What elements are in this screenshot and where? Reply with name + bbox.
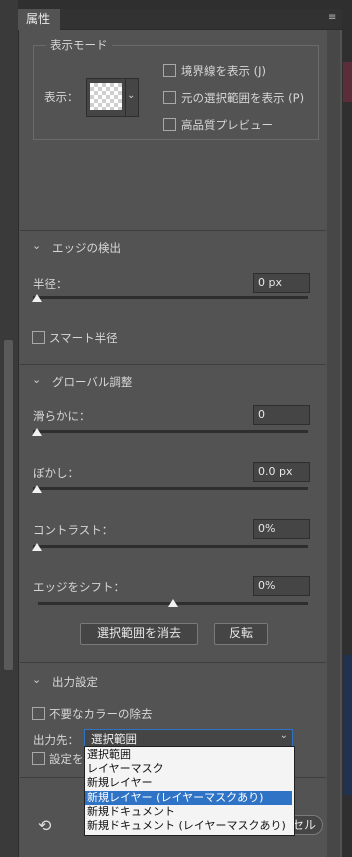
separator [20, 230, 326, 231]
reset-icon[interactable]: ⟲ [38, 816, 51, 835]
edge-section-title[interactable]: エッジの検出 [52, 240, 121, 256]
radius-label: 半径： [33, 277, 68, 291]
show-edge-checkbox[interactable] [163, 64, 176, 77]
chevron-down-icon: ⌄ [279, 730, 288, 741]
chevron-down-icon[interactable]: ⌄ [32, 673, 41, 686]
smooth-slider-knob[interactable] [32, 428, 42, 436]
panel-menu-icon[interactable]: ≡ [328, 12, 340, 24]
separator [20, 662, 326, 663]
radius-field[interactable]: 0 px [253, 273, 310, 293]
panel-scrollbar[interactable] [327, 30, 340, 857]
shift-edge-slider-knob[interactable] [168, 599, 178, 607]
panel-top-bar [18, 0, 342, 9]
invert-button[interactable]: 反転 [214, 623, 268, 645]
output-to-dropdown: 選択範囲 レイヤーマスク 新規レイヤー 新規レイヤー (レイヤーマスクあり) 新… [84, 746, 295, 836]
smooth-field[interactable]: 0 [253, 405, 310, 425]
clear-selection-button[interactable]: 選択範囲を消去 [80, 623, 198, 645]
option-selection[interactable]: 選択範囲 [85, 748, 292, 762]
option-new-layer[interactable]: 新規レイヤー [85, 776, 292, 790]
high-quality-label: 高品質プレビュー [181, 118, 273, 132]
feather-slider-knob[interactable] [32, 485, 42, 493]
picker-divider [125, 79, 126, 116]
canvas-edge-b [343, 655, 352, 795]
radius-slider-knob[interactable] [32, 294, 42, 302]
smooth-slider-track[interactable] [33, 430, 308, 433]
output-to-label: 出力先： [33, 733, 79, 747]
option-new-layer-with-mask[interactable]: 新規レイヤー (レイヤーマスクあり) [85, 791, 292, 805]
shift-edge-field[interactable]: 0% [253, 576, 310, 596]
option-new-document[interactable]: 新規ドキュメント [85, 805, 292, 819]
shift-edge-label: エッジをシフト： [33, 580, 125, 594]
output-section-title[interactable]: 出力設定 [52, 674, 98, 690]
chevron-down-icon[interactable]: ⌄ [32, 373, 41, 386]
chevron-down-icon: ⌄ [127, 90, 136, 101]
decontaminate-checkbox[interactable] [32, 707, 45, 720]
feather-slider-track[interactable] [33, 487, 308, 490]
separator [20, 364, 326, 365]
option-new-document-with-mask[interactable]: 新規ドキュメント (レイヤーマスクあり) [85, 819, 292, 833]
smart-radius-label: スマート半径 [49, 331, 118, 345]
view-mode-picker[interactable]: ⌄ [86, 78, 139, 117]
output-to-value: 選択範囲 [91, 732, 137, 746]
smooth-label: 滑らかに： [33, 409, 91, 423]
contrast-slider-knob[interactable] [32, 543, 42, 551]
decontaminate-label: 不要なカラーの除去 [49, 707, 153, 721]
show-original-label: 元の選択範囲を表示 (P) [181, 91, 305, 105]
view-mode-legend: 表示モード [46, 37, 112, 53]
tab-row [18, 9, 342, 30]
show-edge-label: 境界線を表示 (J) [181, 64, 267, 78]
contrast-field[interactable]: 0% [253, 519, 310, 539]
smart-radius-checkbox[interactable] [32, 331, 45, 344]
feather-label: ぼかし： [33, 466, 79, 480]
feather-field[interactable]: 0.0 px [253, 462, 310, 482]
left-scroll-thumb[interactable] [4, 340, 13, 670]
canvas-edge [342, 0, 352, 857]
show-original-checkbox[interactable] [163, 91, 176, 104]
contrast-slider-track[interactable] [33, 545, 308, 548]
remember-settings-label: 設定を [49, 752, 84, 766]
contrast-label: コントラスト： [33, 523, 114, 537]
high-quality-checkbox[interactable] [163, 118, 176, 131]
left-dock-strip [0, 0, 19, 857]
global-section-title[interactable]: グローバル調整 [52, 374, 132, 390]
radius-slider-track[interactable] [33, 296, 308, 299]
checkerboard-thumbnail [90, 83, 122, 110]
chevron-down-icon[interactable]: ⌄ [32, 239, 41, 252]
remember-settings-checkbox[interactable] [32, 752, 45, 765]
option-layer-mask[interactable]: レイヤーマスク [85, 762, 292, 776]
tab-properties[interactable]: 属性 [18, 9, 60, 30]
view-label: 表示： [44, 90, 79, 104]
canvas-edge-a [343, 62, 352, 102]
